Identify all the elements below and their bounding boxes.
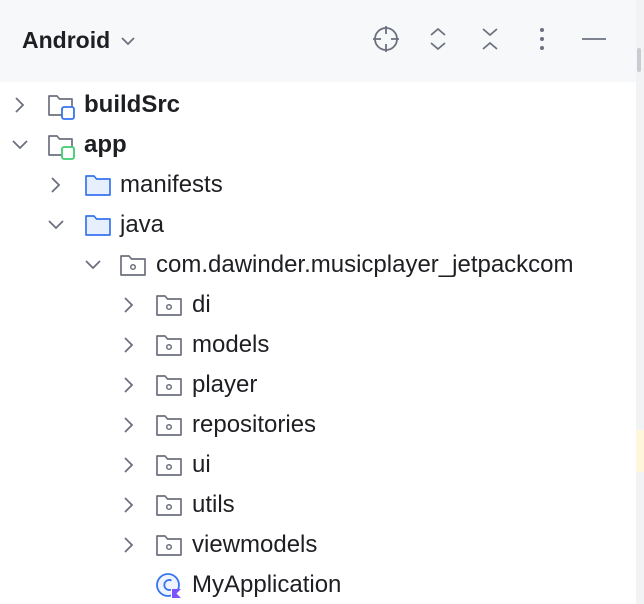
- locate-icon: [373, 26, 399, 52]
- package-icon: [156, 415, 182, 436]
- chevron-down-icon[interactable]: [9, 134, 31, 156]
- tree-item-player[interactable]: player: [0, 364, 636, 404]
- chevron-right-icon[interactable]: [118, 494, 140, 516]
- tree-item-label: app: [84, 131, 127, 158]
- tree-item-di[interactable]: di: [0, 284, 636, 324]
- chevron-down-icon[interactable]: [82, 254, 104, 276]
- chevron-down-icon[interactable]: [45, 214, 67, 236]
- tree-item-label: MyApplication: [192, 571, 342, 598]
- chevron-right-icon[interactable]: [45, 174, 67, 196]
- package-icon: [156, 375, 182, 396]
- scrollbar-thumb[interactable]: [637, 48, 641, 72]
- tree-item-utils[interactable]: utils: [0, 484, 636, 524]
- tree-item-label: manifests: [120, 171, 223, 198]
- tree-item-label: viewmodels: [192, 531, 318, 558]
- collapse-all-button[interactable]: [473, 22, 507, 56]
- chevron-down-icon: [121, 36, 135, 45]
- project-tree: buildSrc app manifests java com.dawinder…: [0, 82, 636, 604]
- module-folder-icon: [48, 95, 75, 120]
- tree-item-label: player: [192, 371, 258, 398]
- project-view-selector[interactable]: Android: [22, 27, 138, 54]
- package-icon: [156, 455, 182, 476]
- expand-all-icon: [430, 27, 446, 51]
- locate-button[interactable]: [369, 22, 403, 56]
- folder-icon: [85, 175, 111, 196]
- package-icon: [156, 295, 182, 316]
- chevron-right-icon[interactable]: [118, 334, 140, 356]
- tree-item-repositories[interactable]: repositories: [0, 404, 636, 444]
- tree-item-models[interactable]: models: [0, 324, 636, 364]
- collapse-all-icon: [482, 28, 498, 50]
- tree-item-label: di: [192, 291, 211, 318]
- tree-item-ui[interactable]: ui: [0, 444, 636, 484]
- more-options-button[interactable]: [525, 22, 559, 56]
- tree-item-root-package[interactable]: com.dawinder.musicplayer_jetpackcom: [0, 244, 636, 284]
- kotlin-class-icon: [156, 573, 182, 599]
- tree-item-label: java: [120, 211, 165, 238]
- tree-item-viewmodels[interactable]: viewmodels: [0, 524, 636, 564]
- chevron-right-icon[interactable]: [118, 454, 140, 476]
- minimize-button[interactable]: [577, 22, 611, 56]
- scrollbar-track[interactable]: [636, 0, 644, 604]
- tree-item-label: utils: [192, 491, 235, 518]
- folder-icon: [85, 215, 111, 236]
- chevron-right-icon[interactable]: [9, 94, 31, 116]
- chevron-right-icon[interactable]: [118, 294, 140, 316]
- chevron-right-icon[interactable]: [118, 534, 140, 556]
- chevron-right-icon[interactable]: [118, 414, 140, 436]
- tree-item-label: models: [192, 331, 270, 358]
- tree-item-label: repositories: [192, 411, 317, 438]
- package-icon: [156, 535, 182, 556]
- chevron-right-icon[interactable]: [118, 374, 140, 396]
- tree-item-app[interactable]: app: [0, 124, 636, 164]
- package-icon: [120, 255, 146, 276]
- package-icon: [156, 495, 182, 516]
- project-panel-header: Android: [0, 0, 636, 82]
- expand-all-button[interactable]: [421, 22, 455, 56]
- minimize-icon: [582, 38, 606, 40]
- package-icon: [156, 335, 182, 356]
- project-view-title: Android: [22, 27, 111, 53]
- tree-item-label: ui: [192, 451, 211, 478]
- tree-item-label: com.dawinder.musicplayer_jetpackcom: [156, 251, 574, 278]
- tree-item-myapplication[interactable]: MyApplication: [0, 564, 636, 604]
- tree-item-label: buildSrc: [84, 91, 181, 118]
- more-options-icon: [540, 28, 544, 50]
- tree-item-manifests[interactable]: manifests: [0, 164, 636, 204]
- tree-item-buildsrc[interactable]: buildSrc: [0, 84, 636, 124]
- tree-item-java[interactable]: java: [0, 204, 636, 244]
- editor-highlight-strip: [636, 430, 644, 472]
- android-module-folder-icon: [48, 135, 75, 160]
